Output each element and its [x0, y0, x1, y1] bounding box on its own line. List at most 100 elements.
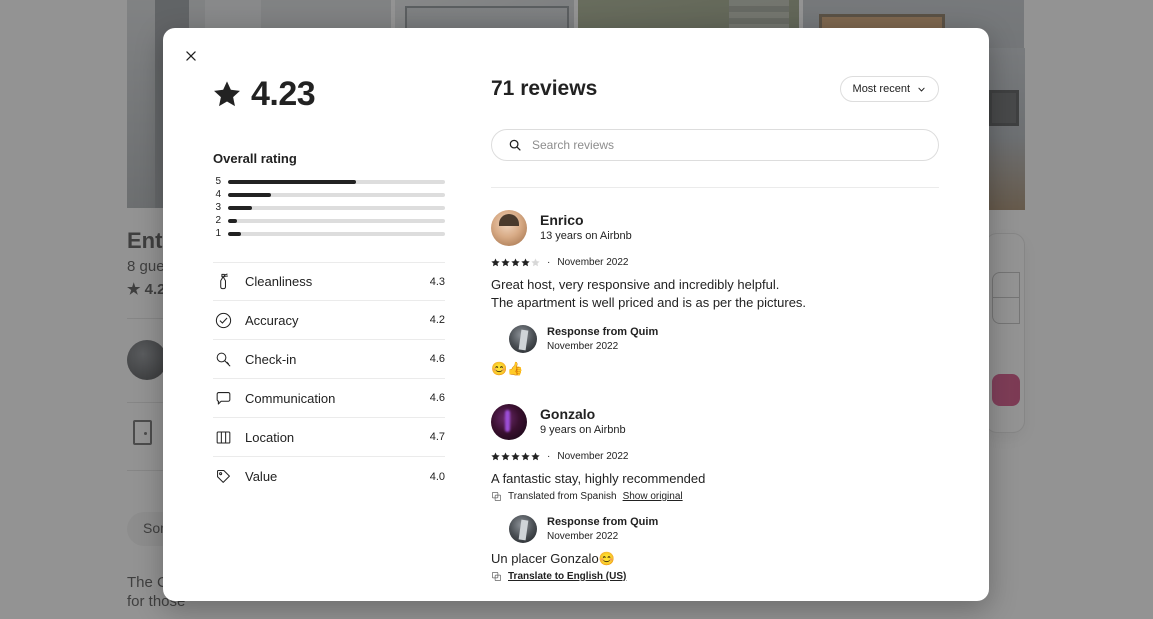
show-original-link[interactable]: Show original — [623, 491, 683, 502]
distribution-star-label: 2 — [215, 214, 221, 226]
distribution-row: 2 — [213, 214, 445, 227]
category-row-location: Location 4.7 — [213, 418, 445, 457]
category-row-checkin: Check-in 4.6 — [213, 340, 445, 379]
host-response-header: Response from Quim November 2022 — [509, 515, 939, 543]
star-icon — [511, 452, 520, 461]
translate-to-english-link[interactable]: Translate to English (US) — [508, 571, 626, 582]
distribution-star-label: 5 — [215, 175, 221, 187]
category-label: Check-in — [245, 351, 297, 367]
review-meta: · November 2022 — [491, 257, 939, 268]
avatar[interactable] — [491, 404, 527, 440]
distribution-track — [228, 205, 445, 210]
star-icon — [521, 258, 530, 267]
modal-body: 4.23 Overall rating 5 4 3 2 1 Cleanlines… — [163, 28, 989, 601]
star-rating — [491, 452, 540, 461]
avatar[interactable] — [509, 515, 537, 543]
search-reviews-box[interactable] — [491, 129, 939, 161]
distribution-fill — [228, 205, 252, 210]
map-icon — [213, 427, 233, 447]
category-label: Accuracy — [245, 312, 299, 328]
distribution-track — [228, 218, 445, 223]
distribution-star-label: 1 — [215, 227, 221, 239]
page-root: Entir 8 gues ★ 4.2 Som The C bathrooms f… — [0, 0, 1153, 619]
category-value: 4.6 — [429, 392, 445, 404]
distribution-track — [228, 192, 445, 197]
category-label: Location — [245, 429, 295, 445]
overall-score-row: 4.23 — [213, 77, 445, 111]
distribution-fill — [228, 218, 237, 223]
category-row-communication: Communication 4.6 — [213, 379, 445, 418]
reviews-header: 71 reviews Most recent — [491, 76, 939, 102]
translate-response-row: Translate to English (US) — [491, 571, 939, 582]
cleaning-spray-icon — [213, 272, 233, 292]
review-text-line: Great host, very responsive and incredib… — [491, 277, 780, 292]
category-ratings-list: Cleanliness 4.3 Accuracy 4.2 Check-in 4.… — [213, 262, 445, 496]
distribution-track — [228, 231, 445, 236]
distribution-star-label: 4 — [215, 188, 221, 200]
distribution-fill — [228, 179, 357, 184]
translation-notice: Translated from Spanish Show original — [491, 491, 939, 502]
rating-distribution: 5 4 3 2 1 — [213, 175, 445, 240]
distribution-track — [228, 179, 445, 184]
avatar[interactable] — [509, 325, 537, 353]
star-icon — [501, 452, 510, 461]
category-value: 4.7 — [429, 431, 445, 443]
star-rating — [491, 258, 540, 267]
overall-score-value: 4.23 — [251, 75, 316, 113]
reviewer-header: Gonzalo 9 years on Airbnb — [491, 404, 939, 440]
distribution-fill — [228, 192, 272, 197]
star-icon — [531, 258, 540, 267]
distribution-fill — [228, 231, 242, 236]
star-icon — [531, 452, 540, 461]
distribution-row: 4 — [213, 188, 445, 201]
chevron-down-icon — [918, 87, 925, 91]
host-response-header: Response from Quim November 2022 — [509, 325, 939, 353]
distribution-row: 5 — [213, 175, 445, 188]
translate-icon — [492, 492, 501, 501]
star-icon — [214, 81, 240, 107]
reviews-count-heading: 71 reviews — [491, 77, 598, 100]
distribution-row: 1 — [213, 227, 445, 240]
check-circle-icon — [213, 310, 233, 330]
category-label: Cleanliness — [245, 274, 313, 289]
review-text-line: A fantastic stay, highly recommended — [491, 471, 706, 486]
review-meta: · November 2022 — [491, 451, 939, 462]
category-row-value: Value 4.0 — [213, 457, 445, 496]
ratings-summary-panel: 4.23 Overall rating 5 4 3 2 1 Cleanlines… — [163, 28, 473, 601]
category-label: Communication — [245, 390, 336, 406]
meta-separator: · — [547, 257, 551, 268]
host-response-date: November 2022 — [547, 530, 619, 542]
host-response-title: Response from Quim — [547, 516, 659, 529]
host-response-date: November 2022 — [547, 340, 619, 352]
review-date: November 2022 — [557, 257, 629, 268]
sort-dropdown[interactable]: Most recent — [839, 76, 939, 102]
review-item: Enrico 13 years on Airbnb · November 202… — [491, 210, 939, 378]
category-row-accuracy: Accuracy 4.2 — [213, 301, 445, 340]
sort-dropdown-label: Most recent — [852, 83, 910, 95]
star-icon — [521, 452, 530, 461]
reviews-panel: 71 reviews Most recent Search reviews En… — [473, 28, 989, 601]
star-icon — [491, 452, 500, 461]
host-response: Response from Quim November 2022 😊👍 — [491, 325, 939, 378]
category-row-cleanliness: Cleanliness 4.3 — [213, 262, 445, 301]
tag-icon — [213, 467, 233, 487]
avatar[interactable] — [491, 210, 527, 246]
host-response-text: 😊👍 — [491, 361, 524, 376]
reviewer-name: Enrico — [540, 211, 584, 228]
star-icon — [511, 258, 520, 267]
key-icon — [213, 349, 233, 369]
reviewer-tenure: 9 years on Airbnb — [540, 424, 626, 437]
host-response: Response from Quim November 2022 Un plac… — [491, 515, 939, 582]
close-icon[interactable] — [175, 40, 207, 72]
distribution-row: 3 — [213, 201, 445, 214]
speech-bubble-icon — [213, 388, 233, 408]
star-icon — [501, 258, 510, 267]
meta-separator: · — [547, 451, 551, 462]
translate-icon — [492, 572, 501, 581]
reviewer-name: Gonzalo — [540, 405, 596, 422]
review-item: Gonzalo 9 years on Airbnb · November 202… — [491, 404, 939, 582]
category-label: Value — [245, 469, 278, 484]
search-input[interactable] — [532, 138, 922, 152]
reviewer-header: Enrico 13 years on Airbnb — [491, 210, 939, 246]
overall-rating-label: Overall rating — [213, 151, 297, 166]
